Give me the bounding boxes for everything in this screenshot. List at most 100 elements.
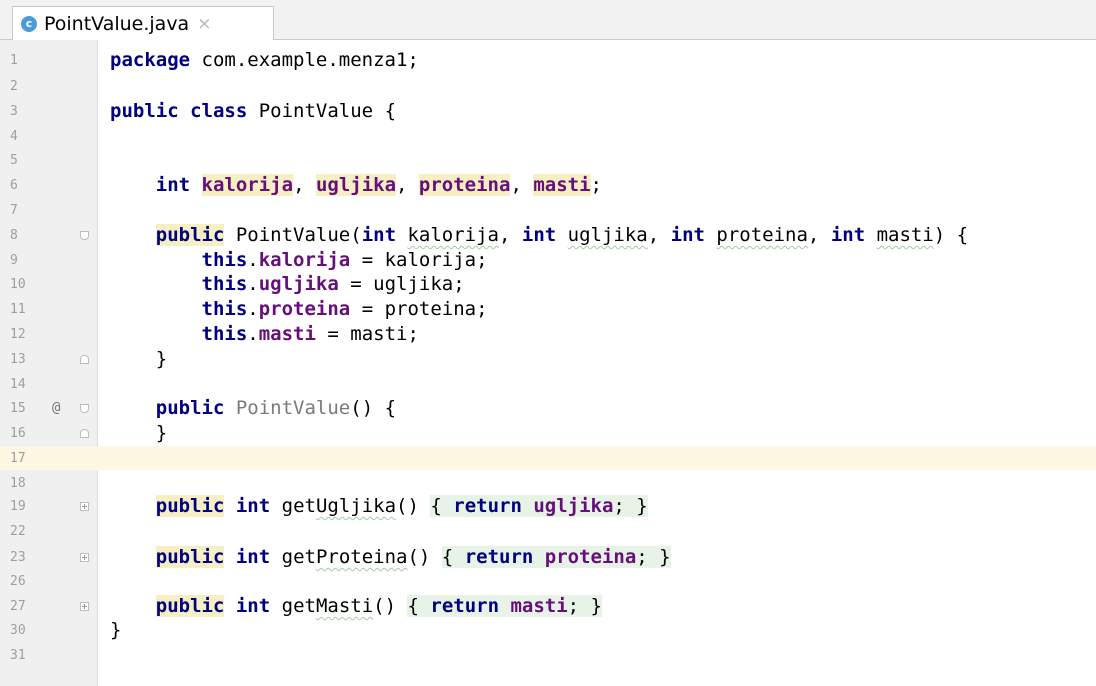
code-line[interactable]: 14 (0, 372, 1096, 396)
code-token: . (247, 249, 259, 271)
close-icon[interactable]: × (197, 14, 211, 34)
code-line[interactable]: 19 public int getUgljika() { return uglj… (0, 494, 1096, 518)
code-line[interactable]: 6 int kalorija, ugljika, proteina, masti… (0, 173, 1096, 197)
code-token: Masti (315, 595, 374, 617)
code-text[interactable]: public PointValue() { (110, 399, 396, 418)
fold-expand-icon[interactable] (80, 553, 89, 562)
code-token: return (430, 595, 500, 617)
tab-pointvalue-java[interactable]: c PointValue.java × (12, 6, 274, 40)
code-line[interactable]: 23 public int getProteina() { return pro… (0, 545, 1096, 569)
code-editor[interactable]: 1 package com.example.menza1; 2 3 public cla… (0, 40, 1096, 686)
tab-title: PointValue.java (44, 12, 190, 35)
code-token: { (407, 595, 431, 617)
code-token: return (464, 546, 534, 568)
code-line[interactable]: 11 this.proteina = proteina; (0, 297, 1096, 321)
code-line[interactable]: 10 this.ugljika = ugljika; (0, 272, 1096, 296)
code-token: PointValue { (247, 100, 397, 122)
code-line[interactable]: 22 (0, 519, 1096, 543)
code-token: kalorija (258, 249, 351, 271)
line-number: 31 (10, 648, 26, 663)
code-token: , (498, 224, 522, 246)
code-text[interactable]: public int getUgljika() { return ugljika… (110, 495, 648, 517)
code-line[interactable]: 4 (0, 124, 1096, 148)
code-token: public (155, 546, 225, 568)
code-token: get (270, 546, 316, 568)
fold-collapse-icon[interactable] (80, 231, 89, 240)
code-token: public (155, 595, 225, 617)
code-text[interactable]: package com.example.menza1; (110, 51, 419, 70)
code-token: ) { (933, 224, 969, 246)
code-token (521, 495, 534, 517)
code-token: masti (876, 224, 934, 246)
code-line[interactable]: 30} (0, 618, 1096, 642)
fold-collapse-icon[interactable] (80, 355, 89, 364)
code-line[interactable]: 31 (0, 643, 1096, 667)
code-line[interactable]: 2 (0, 74, 1096, 98)
code-line[interactable]: 12 this.masti = masti; (0, 322, 1096, 346)
code-text[interactable]: this.kalorija = kalorija; (110, 251, 488, 270)
line-number: 8 (10, 228, 18, 243)
fold-collapse-icon[interactable] (80, 429, 89, 438)
code-token: Proteina (315, 546, 408, 568)
code-line[interactable]: 3 public class PointValue { (0, 99, 1096, 123)
code-token: int (235, 595, 271, 617)
code-text[interactable]: this.ugljika = ugljika; (110, 275, 465, 294)
code-token: public (110, 100, 179, 122)
code-token: this (201, 298, 248, 320)
code-line[interactable]: 1 package com.example.menza1; (0, 48, 1096, 72)
code-token: kalorija (407, 224, 499, 246)
code-text[interactable]: } (110, 424, 167, 443)
code-text[interactable]: public int getProteina() { return protei… (110, 546, 671, 568)
code-token: package (110, 49, 191, 71)
code-token: } (110, 619, 122, 641)
line-number: 9 (10, 253, 18, 268)
code-line[interactable]: 5 (0, 148, 1096, 172)
code-line[interactable]: 7 (0, 198, 1096, 222)
code-token: ; (590, 174, 602, 196)
code-token: ; } (567, 595, 602, 617)
code-text[interactable]: this.proteina = proteina; (110, 300, 488, 319)
code-text[interactable]: public class PointValue { (110, 102, 396, 121)
code-token: this (201, 249, 248, 271)
code-token: proteina (544, 546, 637, 568)
line-number: 27 (10, 599, 26, 614)
code-line[interactable]: 15 @ public PointValue() { (0, 396, 1096, 420)
code-token: } (110, 348, 168, 370)
code-token: ugljika (258, 273, 339, 295)
code-text[interactable]: this.masti = masti; (110, 325, 419, 344)
code-text[interactable]: } (110, 621, 121, 640)
override-marker-icon[interactable]: @ (52, 401, 60, 415)
code-token: public (155, 224, 225, 246)
code-line[interactable]: 13 } (0, 347, 1096, 371)
code-token: int (235, 546, 271, 568)
code-token: PointValue (235, 397, 351, 419)
code-text[interactable]: public int getMasti() { return masti; } (110, 595, 602, 617)
code-text[interactable]: public PointValue(int kalorija, int uglj… (110, 224, 969, 246)
code-line[interactable]: 8 public PointValue(int kalorija, int ug… (0, 223, 1096, 247)
code-line[interactable]: 17 (0, 446, 1096, 470)
code-line[interactable]: 16 } (0, 421, 1096, 445)
code-line[interactable]: 18 (0, 471, 1096, 495)
code-text[interactable]: } (110, 350, 167, 369)
code-token: { (430, 495, 454, 517)
fold-collapse-icon[interactable] (80, 404, 89, 413)
code-token: proteina (258, 298, 351, 320)
code-text[interactable]: int kalorija, ugljika, proteina, masti; (110, 174, 602, 196)
line-number: 15 (10, 401, 26, 416)
fold-expand-icon[interactable] (80, 602, 89, 611)
code-token: get (270, 595, 316, 617)
line-number: 6 (10, 178, 18, 193)
line-number: 10 (10, 277, 26, 292)
code-line[interactable]: 9 this.kalorija = kalorija; (0, 248, 1096, 272)
fold-expand-icon[interactable] (80, 502, 89, 511)
code-line[interactable]: 26 (0, 569, 1096, 593)
code-line[interactable]: 27 public int getMasti() { return masti;… (0, 594, 1096, 618)
